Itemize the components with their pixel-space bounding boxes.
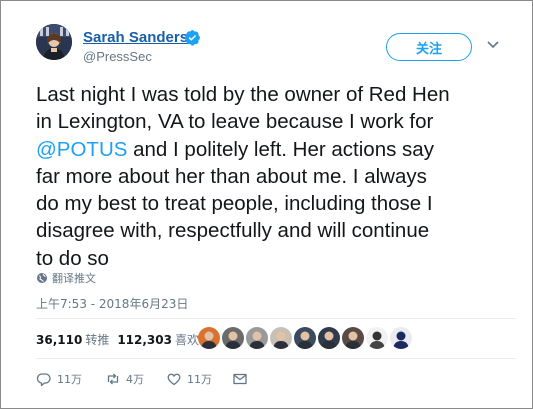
retweet-button[interactable]: 4万 bbox=[105, 371, 144, 387]
reply-button[interactable]: 11万 bbox=[36, 371, 82, 387]
tweet-actions: 11万 4万 11万 bbox=[36, 371, 276, 391]
translate-tweet-link[interactable]: 翻译推文 bbox=[36, 270, 96, 286]
liker-avatar-9-icon[interactable] bbox=[390, 327, 412, 349]
liker-avatar-1-icon[interactable] bbox=[198, 327, 220, 349]
retweets-count[interactable]: 36,110 bbox=[36, 333, 82, 347]
liker-avatar-2-icon[interactable] bbox=[222, 327, 244, 349]
tweet-stats: 36,110 转推 112,303 喜欢 bbox=[36, 331, 207, 348]
profile-photo-icon bbox=[36, 24, 72, 60]
liker-avatar-3-icon[interactable] bbox=[246, 327, 268, 349]
divider bbox=[36, 318, 516, 319]
tweet-text-line: to do so bbox=[36, 245, 516, 272]
chevron-down-icon[interactable] bbox=[486, 39, 500, 51]
tweet-text-segment: Last night I was told by the owner of Re… bbox=[36, 83, 450, 106]
liker-avatar-6-icon[interactable] bbox=[318, 327, 340, 349]
like-button[interactable]: 11万 bbox=[166, 371, 212, 387]
tweet-text-line: far more about her than about me. I alwa… bbox=[36, 163, 516, 190]
envelope-icon bbox=[233, 373, 247, 385]
author-avatar[interactable] bbox=[36, 24, 72, 60]
retweet-icon bbox=[107, 373, 119, 385]
globe-icon bbox=[37, 273, 47, 283]
like-count: 11万 bbox=[187, 373, 212, 386]
liker-avatar-5-icon[interactable] bbox=[294, 327, 316, 349]
retweets-label[interactable]: 转推 bbox=[85, 331, 109, 348]
liker-avatar-7-icon[interactable] bbox=[342, 327, 364, 349]
likes-count[interactable]: 112,303 bbox=[117, 333, 172, 347]
follow-button[interactable]: 关注 bbox=[386, 33, 472, 61]
tweet-text-segment: disagree with, respectfully and will con… bbox=[36, 219, 430, 243]
liker-avatar-8-icon[interactable] bbox=[366, 327, 388, 349]
verified-badge-icon bbox=[185, 30, 200, 46]
likes-label[interactable]: 喜欢 bbox=[175, 331, 199, 348]
tweet-text-segment: do my best to treat people, including th… bbox=[36, 192, 433, 216]
mention-link[interactable]: @POTUS bbox=[36, 138, 127, 161]
divider bbox=[36, 358, 516, 359]
tweet-text-segment: far more about her than about me. I alwa… bbox=[36, 164, 427, 188]
tweet-text-line: @POTUS and I politely left. Her actions … bbox=[36, 136, 516, 163]
direct-message-button[interactable] bbox=[232, 371, 248, 387]
liker-avatars bbox=[198, 327, 412, 349]
tweet-text: Last night I was told by the owner of Re… bbox=[36, 81, 516, 272]
tweet-text-segment: and I politely left. Her actions say bbox=[127, 137, 434, 161]
tweet-text-segment: to do so bbox=[36, 246, 109, 270]
retweet-count: 4万 bbox=[126, 373, 144, 386]
reply-icon bbox=[36, 373, 51, 387]
tweet-text-line: Last night I was told by the owner of Re… bbox=[36, 81, 516, 108]
tweet-timestamp[interactable]: 上午7:53 - 2018年6月23日 bbox=[36, 295, 188, 312]
translate-label[interactable]: 翻译推文 bbox=[52, 270, 96, 286]
liker-avatar-4-icon[interactable] bbox=[270, 327, 292, 349]
reply-count: 11万 bbox=[57, 373, 82, 386]
tweet-text-line: in Lexington, VA to leave because I work… bbox=[36, 108, 516, 135]
tweet-text-line: disagree with, respectfully and will con… bbox=[36, 217, 516, 244]
tweet-card: Sarah Sanders @PressSec 关注 Last night I … bbox=[0, 0, 533, 409]
author-name[interactable]: Sarah Sanders bbox=[83, 29, 188, 46]
author-handle[interactable]: @PressSec bbox=[83, 49, 152, 64]
heart-icon bbox=[167, 373, 181, 386]
tweet-text-segment: in Lexington, VA to leave because I work… bbox=[36, 110, 434, 134]
tweet-text-line: do my best to treat people, including th… bbox=[36, 190, 516, 217]
